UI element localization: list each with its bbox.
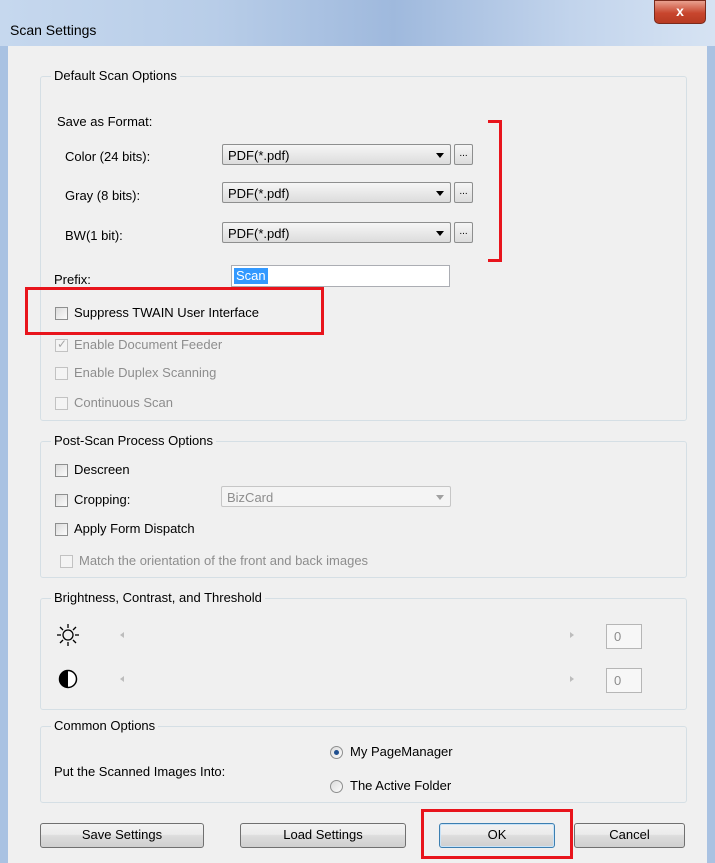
window-frame-right (707, 46, 715, 863)
slider-right-arrow-icon (570, 676, 574, 682)
my-pagemanager-radio[interactable] (330, 746, 343, 759)
chevron-down-icon (436, 495, 444, 500)
continuous-scan-checkbox[interactable] (55, 397, 68, 410)
continuous-scan-label: Continuous Scan (74, 395, 174, 410)
contrast-value-input[interactable]: 0 (606, 668, 642, 693)
gray-format-value: PDF(*.pdf) (228, 186, 290, 201)
enable-feeder-label: Enable Document Feeder (74, 337, 223, 352)
contrast-icon (58, 669, 78, 689)
save-settings-button[interactable]: Save Settings (40, 823, 204, 848)
my-pagemanager-label: My PageManager (350, 744, 453, 759)
gray-format-options-button[interactable]: ... (454, 182, 473, 203)
enable-duplex-label: Enable Duplex Scanning (74, 365, 217, 380)
color-format-value: PDF(*.pdf) (228, 148, 290, 163)
bw-format-label: BW(1 bit): (65, 228, 123, 243)
brightness-group-title: Brightness, Contrast, and Threshold (51, 590, 265, 605)
match-orientation-checkbox[interactable] (60, 555, 73, 568)
enable-duplex-checkbox[interactable] (55, 367, 68, 380)
gray-format-select[interactable]: PDF(*.pdf) (222, 182, 451, 203)
default-scan-options-title: Default Scan Options (51, 68, 180, 83)
prefix-label: Prefix: (54, 272, 91, 287)
active-folder-label: The Active Folder (350, 778, 452, 793)
chevron-down-icon (436, 231, 444, 236)
bw-format-select[interactable]: PDF(*.pdf) (222, 222, 451, 243)
sun-icon (57, 624, 79, 646)
format-highlight-bracket (488, 120, 502, 262)
chevron-down-icon (436, 153, 444, 158)
cropping-label: Cropping: (74, 492, 131, 507)
color-format-options-button[interactable]: ... (454, 144, 473, 165)
gray-format-label: Gray (8 bits): (65, 188, 141, 203)
suppress-twain-highlight (25, 287, 324, 335)
prefix-input[interactable]: Scan (231, 265, 450, 287)
match-orientation-label: Match the orientation of the front and b… (79, 553, 369, 568)
chevron-down-icon (436, 191, 444, 196)
brightness-value-input[interactable]: 0 (606, 624, 642, 649)
brightness-slider[interactable] (120, 628, 574, 643)
slider-left-arrow-icon (120, 676, 124, 682)
dialog-client-area: Default Scan Options Save as Format: Col… (8, 46, 707, 863)
common-options-title: Common Options (51, 718, 159, 733)
slider-right-arrow-icon (570, 632, 574, 638)
title-bar[interactable]: Scan Settings x (0, 0, 715, 46)
active-folder-radio[interactable] (330, 780, 343, 793)
bw-format-value: PDF(*.pdf) (228, 226, 290, 241)
ok-button-highlight (421, 809, 573, 859)
prefix-value: Scan (234, 268, 268, 284)
apply-form-dispatch-checkbox[interactable] (55, 523, 68, 536)
descreen-label: Descreen (74, 462, 130, 477)
save-as-format-label: Save as Format: (57, 114, 153, 129)
cropping-checkbox[interactable] (55, 494, 68, 507)
window-frame-left (0, 46, 8, 863)
close-button[interactable]: x (654, 0, 706, 24)
color-format-select[interactable]: PDF(*.pdf) (222, 144, 451, 165)
slider-left-arrow-icon (120, 632, 124, 638)
contrast-slider[interactable] (120, 672, 574, 687)
bw-format-options-button[interactable]: ... (454, 222, 473, 243)
descreen-checkbox[interactable] (55, 464, 68, 477)
post-scan-options-title: Post-Scan Process Options (51, 433, 216, 448)
window-title: Scan Settings (10, 22, 97, 38)
cropping-select[interactable]: BizCard (221, 486, 451, 507)
load-settings-button[interactable]: Load Settings (240, 823, 406, 848)
scan-settings-window: Scan Settings x Default Scan Options Sav… (0, 0, 715, 863)
check-icon: ✓ (57, 337, 68, 351)
radio-selected-dot (334, 750, 339, 755)
enable-feeder-checkbox[interactable]: ✓ (55, 337, 68, 352)
apply-form-dispatch-label: Apply Form Dispatch (74, 521, 195, 536)
put-images-label: Put the Scanned Images Into: (54, 764, 226, 779)
color-format-label: Color (24 bits): (65, 149, 151, 164)
brightness-group: Brightness, Contrast, and Threshold (40, 590, 687, 710)
cropping-value: BizCard (227, 490, 274, 505)
cancel-button[interactable]: Cancel (574, 823, 685, 848)
